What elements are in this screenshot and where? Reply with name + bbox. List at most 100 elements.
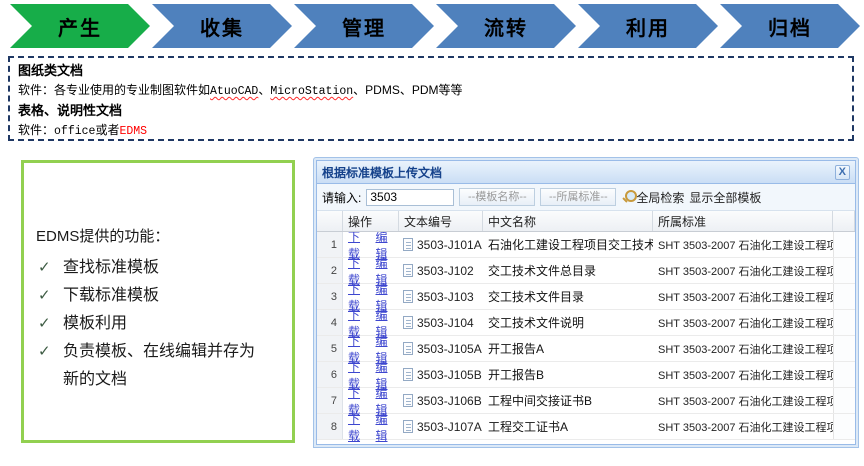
features-title: EDMS提供的功能： (36, 225, 282, 246)
note-segment: MicroStation (270, 85, 353, 98)
row-number: 1 (317, 232, 343, 257)
document-standard: SHT 3503-2007 石油化工建设工程项目交工… (653, 232, 833, 257)
document-standard: SHT 3503-2007 石油化工建设工程项目交工… (653, 414, 833, 439)
table-row[interactable]: 8下载编辑3503-J107A工程交工证书ASHT 3503-2007 石油化工… (317, 414, 855, 440)
check-icon: ✓ (38, 338, 51, 366)
document-name: 交工技术文件总目录 (483, 258, 653, 283)
slide-root: 产生 收集 管理 流转 利用 归档 图纸类文档软件：各专业使用的专业制图软件如AtuoCA… (0, 0, 864, 466)
document-code-cell: 3503-J107A (399, 414, 483, 439)
column-header-spacer (833, 211, 855, 231)
document-standard: SHT 3503-2007 石油化工建设工程项目交工… (653, 336, 833, 361)
row-spacer (833, 388, 855, 413)
edms-features-box: EDMS提供的功能： ✓ 查找标准模板 ✓ 下载标准模板 ✓ 模板利用 ✓ 负责模板、在线编辑… (21, 160, 295, 443)
row-number: 8 (317, 414, 343, 439)
row-number: 2 (317, 258, 343, 283)
process-step-label: 流转 (484, 12, 528, 41)
process-step-4: 流转 (436, 4, 576, 48)
column-header[interactable]: 中文名称 (483, 211, 653, 231)
row-spacer (833, 310, 855, 335)
global-search-button[interactable]: 全局检索 (621, 189, 684, 206)
feature-item: ✓ 下载标准模板 (36, 282, 270, 310)
process-flow: 产生 收集 管理 流转 利用 归档 (10, 4, 860, 48)
document-code-cell: 3503-J105A (399, 336, 483, 361)
search-label: 请输入: (322, 189, 361, 206)
row-number: 4 (317, 310, 343, 335)
document-name: 工程中间交接证书B (483, 388, 653, 413)
document-code: 3503-J102 (417, 264, 474, 278)
column-header[interactable]: 所属标准 (653, 211, 833, 231)
note-segment: 、 (258, 83, 270, 97)
note-segment: EDMS (119, 125, 147, 138)
process-step-label: 管理 (342, 12, 386, 41)
note-segment: 表格、说明性文档 (18, 103, 122, 118)
note-segment: 、PDMS、PDM等等 (353, 83, 462, 97)
table-body: 1下载编辑3503-J101A石油化工建设工程项目交工技术文件封面ASHT 35… (317, 232, 855, 444)
feature-item: ✓ 负责模板、在线编辑并存为新的文档 (36, 338, 270, 394)
document-code-cell: 3503-J105B (399, 362, 483, 387)
row-number: 7 (317, 388, 343, 413)
document-icon (403, 420, 413, 433)
document-standard: SHT 3503-2007 石油化工建设工程项目交工… (653, 284, 833, 309)
dialog-title: 根据标准模板上传文档 (322, 164, 835, 181)
features-list: ✓ 查找标准模板 ✓ 下载标准模板 ✓ 模板利用 ✓ 负责模板、在线编辑并存为新的文档 (36, 254, 270, 394)
process-step-2: 收集 (152, 4, 292, 48)
check-icon: ✓ (38, 282, 51, 310)
document-code: 3503-J106B (417, 394, 482, 408)
close-icon[interactable]: X (835, 165, 850, 180)
process-step-label: 归档 (768, 12, 812, 41)
document-code: 3503-J105A (417, 342, 482, 356)
note-segment: AtuoCAD (210, 85, 258, 98)
column-header-rownum (317, 211, 343, 231)
document-code: 3503-J104 (417, 316, 474, 330)
document-code-cell: 3503-J104 (399, 310, 483, 335)
document-icon (403, 368, 413, 381)
download-link[interactable]: 下载 (348, 410, 372, 444)
feature-item-label: 负责模板、在线编辑并存为新的文档 (63, 343, 255, 388)
document-name: 工程交工证书A (483, 414, 653, 439)
document-name: 交工技术文件目录 (483, 284, 653, 309)
note-line: 图纸类文档 (18, 61, 844, 81)
feature-item-label: 下载标准模板 (63, 287, 159, 304)
edit-link[interactable]: 编辑 (376, 410, 400, 444)
row-actions: 下载编辑 (343, 414, 399, 439)
upload-dialog-window: 根据标准模板上传文档 X 请输入: --模板名称-- --所属标准-- 全局检索… (313, 157, 859, 448)
check-icon: ✓ (38, 310, 51, 338)
process-step-label: 产生 (58, 12, 102, 41)
document-code-cell: 3503-J106B (399, 388, 483, 413)
table-header: 操作文本编号中文名称所属标准 (317, 211, 855, 232)
document-name: 石油化工建设工程项目交工技术文件封面A (483, 232, 653, 257)
document-icon (403, 238, 413, 251)
row-spacer (833, 336, 855, 361)
row-spacer (833, 284, 855, 309)
feature-item-label: 模板利用 (63, 315, 127, 332)
search-toolbar: 请输入: --模板名称-- --所属标准-- 全局检索 显示全部模板 (317, 184, 855, 211)
standard-filter[interactable]: --所属标准-- (540, 188, 616, 206)
show-all-templates-button[interactable]: 显示全部模板 (689, 189, 761, 206)
row-spacer (833, 258, 855, 283)
dialog-content: 根据标准模板上传文档 X 请输入: --模板名称-- --所属标准-- 全局检索… (316, 160, 856, 445)
note-segment: 图纸类文档 (18, 63, 83, 78)
document-code-cell: 3503-J102 (399, 258, 483, 283)
document-standard: SHT 3503-2007 石油化工建设工程项目交工… (653, 388, 833, 413)
row-number: 5 (317, 336, 343, 361)
note-line: 表格、说明性文档 (18, 101, 844, 121)
document-code: 3503-J105B (417, 368, 482, 382)
document-icon (403, 264, 413, 277)
document-standard: SHT 3503-2007 石油化工建设工程项目交工… (653, 310, 833, 335)
process-step-label: 利用 (626, 12, 670, 41)
template-name-filter[interactable]: --模板名称-- (459, 188, 535, 206)
column-header[interactable]: 操作 (343, 211, 399, 231)
feature-item: ✓ 模板利用 (36, 310, 270, 338)
document-code: 3503-J101A (417, 238, 482, 252)
check-icon: ✓ (38, 254, 51, 282)
column-header[interactable]: 文本编号 (399, 211, 483, 231)
search-input[interactable] (366, 189, 454, 206)
note-line: 软件：office或者EDMS (18, 121, 844, 141)
global-search-label: 全局检索 (636, 189, 684, 206)
note-segment: 或者 (95, 123, 119, 137)
feature-item-label: 查找标准模板 (63, 259, 159, 276)
note-line: 软件：各专业使用的专业制图软件如AtuoCAD、MicroStation、PDM… (18, 81, 844, 101)
process-step-label: 收集 (200, 12, 244, 41)
document-code-cell: 3503-J101A (399, 232, 483, 257)
document-code-cell: 3503-J103 (399, 284, 483, 309)
